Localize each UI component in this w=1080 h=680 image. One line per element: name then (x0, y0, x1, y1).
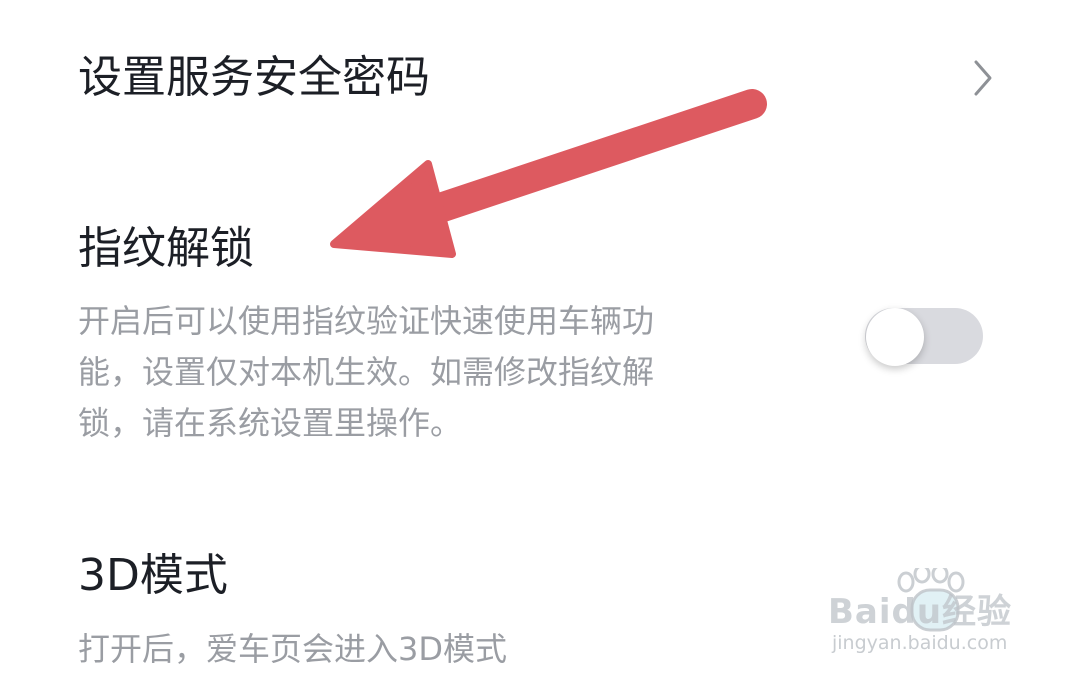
description-line: 锁，请在系统设置里操作。 (78, 404, 463, 442)
fingerprint-unlock-title: 指纹解锁 (78, 223, 254, 274)
fingerprint-unlock-toggle[interactable] (865, 308, 983, 366)
toggle-knob (866, 308, 924, 366)
chevron-right-icon (974, 60, 992, 96)
settings-screen: 设置服务安全密码 指纹解锁 开启后可以使用指纹验证快速使用车辆功 能，设置仅对本… (0, 0, 1080, 680)
description-line: 能，设置仅对本机生效。如需修改指纹解 (78, 353, 655, 391)
mode-3d-description: 打开后，爱车页会进入3D模式 (78, 630, 508, 668)
watermark-brand: Baidu经验 (828, 592, 1013, 632)
watermark-site: jingyan.baidu.com (832, 632, 1008, 654)
service-password-title: 设置服务安全密码 (78, 52, 430, 103)
baidu-jingyan-watermark: Baidu经验 jingyan.baidu.com (828, 566, 1058, 666)
description-line: 开启后可以使用指纹验证快速使用车辆功 (78, 302, 655, 340)
fingerprint-unlock-description: 开启后可以使用指纹验证快速使用车辆功 能，设置仅对本机生效。如需修改指纹解 锁，… (78, 296, 654, 449)
mode-3d-title: 3D模式 (78, 550, 228, 601)
